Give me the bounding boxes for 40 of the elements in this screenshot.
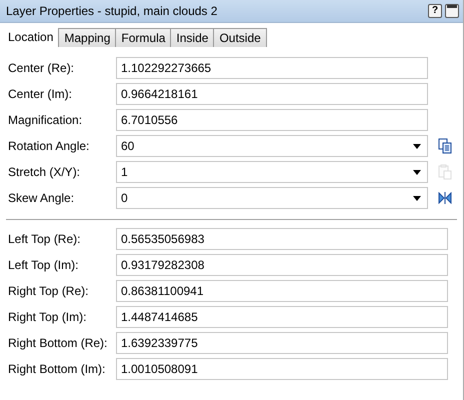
field-label: Right Bottom (Im): xyxy=(8,362,106,376)
field-label: Right Top (Im): xyxy=(8,310,88,324)
window-title: Layer Properties - stupid, main clouds 2 xyxy=(6,4,218,18)
combo-value: 1 xyxy=(121,165,128,179)
field-label: Right Bottom (Re): xyxy=(8,336,108,350)
combo-value: 0 xyxy=(121,191,128,205)
input-field[interactable]: 0.86381100941 xyxy=(116,280,448,302)
combo-value: 60 xyxy=(121,139,134,153)
input-field[interactable]: 6.7010556 xyxy=(116,109,428,131)
input-field[interactable]: 0.9664218161 xyxy=(116,83,428,105)
minimize-icon xyxy=(447,5,457,8)
input-field[interactable]: 1.4487414685 xyxy=(116,306,448,328)
combo-box[interactable]: 0 xyxy=(116,187,428,209)
field-label: Stretch (X/Y): xyxy=(8,165,82,179)
field-label: Left Top (Im): xyxy=(8,258,80,272)
flip-icon[interactable] xyxy=(436,189,454,207)
field-label: Center (Re): xyxy=(8,61,76,75)
tab[interactable]: Inside xyxy=(170,28,214,47)
input-field[interactable]: 1.102292273665 xyxy=(116,57,428,79)
input-field[interactable]: 0.56535056983 xyxy=(116,228,448,250)
input-field[interactable]: 0.93179282308 xyxy=(116,254,448,276)
caret-icon xyxy=(413,196,421,200)
field-label: Skew Angle: xyxy=(8,191,76,205)
caret-icon xyxy=(413,144,421,148)
tab[interactable]: Outside xyxy=(213,28,267,47)
minimize-button[interactable] xyxy=(445,4,459,18)
combo-box[interactable]: 1 xyxy=(116,161,428,183)
tab[interactable]: Formula xyxy=(115,28,172,47)
field-label: Left Top (Re): xyxy=(8,232,82,246)
combo-box[interactable]: 60 xyxy=(116,135,428,157)
input-field[interactable]: 1.6392339775 xyxy=(116,332,448,354)
field-label: Magnification: xyxy=(8,113,84,127)
field-label: Center (Im): xyxy=(8,87,74,101)
field-label: Right Top (Re): xyxy=(8,284,90,298)
copy-icon[interactable] xyxy=(436,137,454,155)
field-label: Rotation Angle: xyxy=(8,139,90,153)
tab[interactable]: Mapping xyxy=(58,28,116,47)
input-field[interactable]: 1.0010508091 xyxy=(116,358,448,380)
caret-icon xyxy=(413,170,421,174)
help-button[interactable]: ? xyxy=(428,4,442,18)
